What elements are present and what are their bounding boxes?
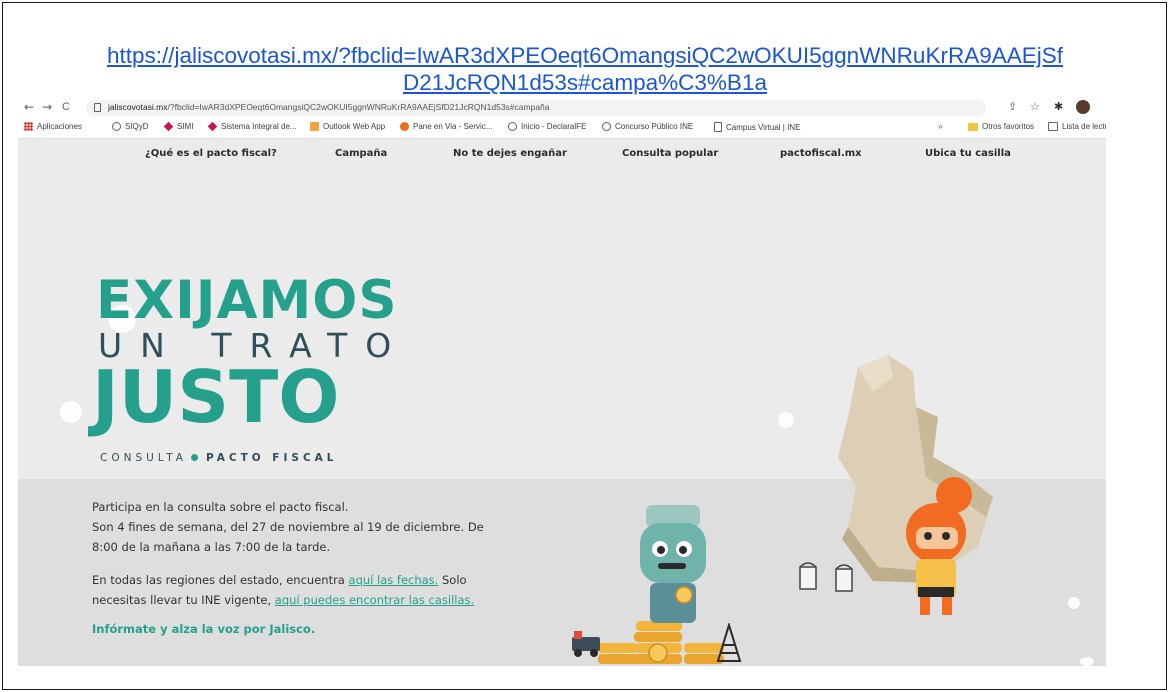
decorative-circle <box>778 412 794 428</box>
forward-icon[interactable]: → <box>42 100 52 114</box>
diamond-icon <box>163 121 174 132</box>
nav-campana[interactable]: Campaña <box>335 148 387 159</box>
pane-icon <box>400 122 409 131</box>
bookmarks-overflow[interactable]: » <box>938 122 942 131</box>
reading-list[interactable]: Lista de lectu <box>1048 122 1106 131</box>
bookmark-siqyd[interactable]: SIQyD <box>112 122 149 131</box>
call-to-action-text: Infórmate y alza la voz por Jalisco. <box>92 622 316 636</box>
nav-consulta-popular[interactable]: Consulta popular <box>622 148 718 159</box>
decorative-circle <box>1080 657 1094 666</box>
back-icon[interactable]: ← <box>24 100 34 114</box>
oil-tower-illustration <box>716 623 742 662</box>
share-icon[interactable]: ⇪ <box>1008 100 1017 113</box>
caption-url-line1: https://jaliscovotasi.mx/?fbclid=IwAR3dX… <box>106 43 1063 68</box>
orange-character-illustration <box>906 477 972 615</box>
address-bar[interactable]: jaliscovotasi.mx/?fbclid=IwAR3dXPEOeqt6O… <box>86 100 986 116</box>
bookmark-pane-en-via[interactable]: Pane en Via - Servic... <box>400 122 492 131</box>
bookmark-declarafe[interactable]: Inicio - DeclaralFE <box>508 122 586 131</box>
address-text: jaliscovotasi.mx/?fbclid=IwAR3dXPEOeqt6O… <box>108 102 550 112</box>
bookmark-sistema-integral[interactable]: Sistema Integral de... <box>207 121 297 132</box>
nav-ubica-tu-casilla[interactable]: Ubica tu casilla <box>925 148 1011 159</box>
bookmark-simi[interactable]: SIMI <box>163 121 193 132</box>
info-paragraph-dates: Participa en la consulta sobre el pacto … <box>92 500 484 554</box>
bookmarks-bar: Aplicaciones SIQyD SIMI Sistema Integral… <box>18 118 1106 139</box>
site-navigation: ¿Qué es el pacto fiscal? Campaña No te d… <box>18 139 1106 169</box>
nav-que-es-pacto-fiscal[interactable]: ¿Qué es el pacto fiscal? <box>145 148 277 159</box>
browser-screenshot: ← → C jaliscovotasi.mx/?fbclid=IwAR3dXPE… <box>18 98 1106 666</box>
diamond-icon <box>207 121 218 132</box>
bookmark-campus-virtual[interactable]: Campus Virtual | INE <box>714 122 800 132</box>
hero-consulta-pacto-fiscal: CONSULTA PACTO FISCAL <box>100 452 338 464</box>
reload-icon[interactable]: C <box>62 101 70 113</box>
bookmark-concurso-ine[interactable]: Concurso Público INE <box>602 122 693 131</box>
doc-icon <box>714 122 722 132</box>
outlook-icon <box>310 122 319 131</box>
fechas-link[interactable]: aquí las fechas. <box>349 573 439 587</box>
info-paragraph-regions: En todas las regiones del estado, encuen… <box>92 573 475 607</box>
dot-icon <box>191 454 198 461</box>
reading-list-icon <box>1048 122 1058 131</box>
hero-title-justo: JUSTO <box>92 355 340 439</box>
hero-title-exijamos: EXIJAMOS <box>96 270 398 331</box>
paint-buckets-illustration <box>799 562 853 592</box>
browser-toolbar: ← → C jaliscovotasi.mx/?fbclid=IwAR3dXPE… <box>18 98 1106 118</box>
bookmark-outlook[interactable]: Outlook Web App <box>310 122 385 131</box>
decorative-circle <box>60 401 82 423</box>
teal-character-illustration <box>640 505 706 623</box>
lock-icon <box>94 103 101 112</box>
globe-icon <box>112 122 121 131</box>
nav-pactofiscal-mx[interactable]: pactofiscal.mx <box>780 148 862 159</box>
globe-icon <box>602 122 611 131</box>
nav-no-te-dejes-enganar[interactable]: No te dejes engañar <box>453 148 567 159</box>
caption-url-link[interactable]: https://jaliscovotasi.mx/?fbclid=IwAR3dX… <box>20 42 1150 96</box>
apps-icon <box>24 122 33 131</box>
star-icon[interactable]: ☆ <box>1030 100 1040 113</box>
profile-avatar[interactable] <box>1076 100 1090 114</box>
extensions-icon[interactable]: ✱ <box>1054 100 1063 113</box>
decorative-circle <box>1068 597 1080 609</box>
casillas-link[interactable]: aquí puedes encontrar las casillas. <box>275 593 474 607</box>
caption-url-line2: D21JcRQN1d53s#campa%C3%B1a <box>403 70 767 95</box>
bookmark-apps[interactable]: Aplicaciones <box>24 122 82 131</box>
folder-icon <box>968 122 978 131</box>
bookmark-other-favorites[interactable]: Otros favoritos <box>968 122 1034 131</box>
website-content: ¿Qué es el pacto fiscal? Campaña No te d… <box>18 139 1106 666</box>
globe-icon <box>508 122 517 131</box>
train-illustration <box>572 631 600 657</box>
